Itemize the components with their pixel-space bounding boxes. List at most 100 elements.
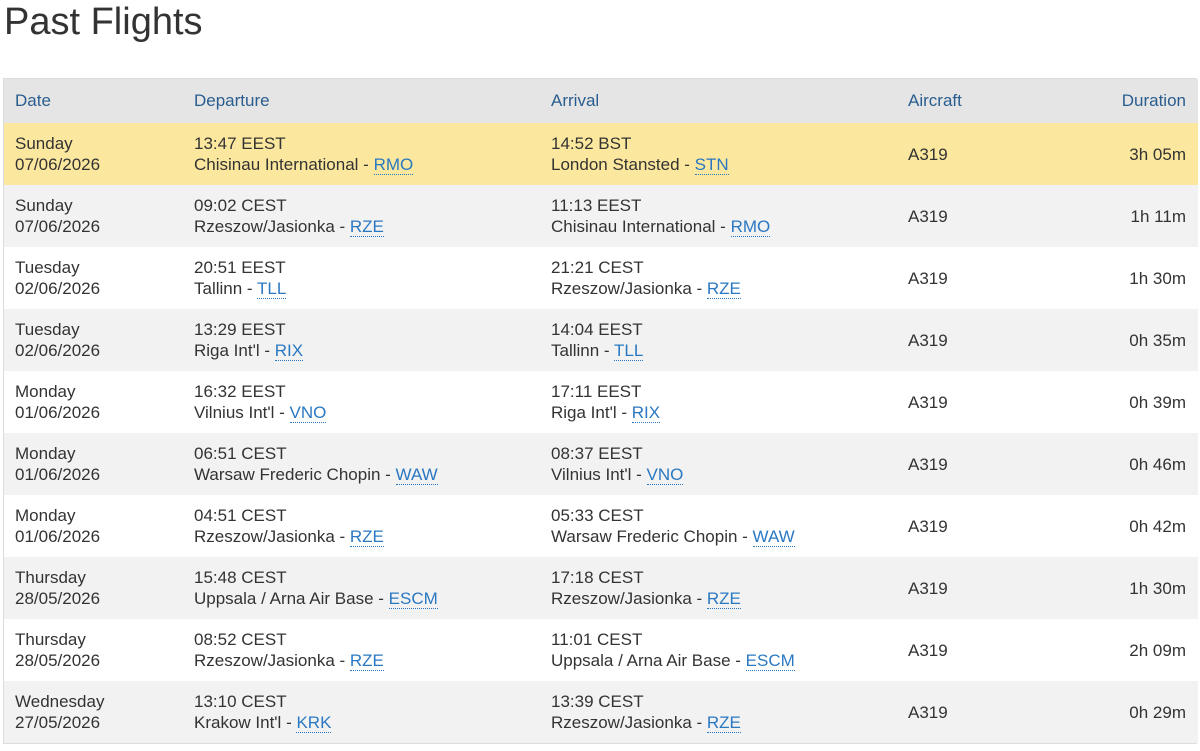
- arrival-airport-code-link[interactable]: WAW: [752, 527, 795, 547]
- arrival-cell: 17:11 EEST Riga Int'l - RIX: [540, 371, 897, 433]
- duration-cell: 2h 09m: [1129, 640, 1186, 660]
- separator: -: [334, 217, 350, 236]
- departure-airport-name: Warsaw Frederic Chopin: [194, 465, 381, 484]
- flight-date: 28/05/2026: [15, 651, 101, 670]
- table-row[interactable]: Sunday 07/06/2026 13:47 EEST Chisinau In…: [4, 123, 1198, 185]
- flight-date: 02/06/2026: [15, 279, 101, 298]
- arrival-airport-code-link[interactable]: TLL: [614, 341, 644, 361]
- departure-airport-name: Rzeszow/Jasionka: [194, 651, 335, 670]
- departure-airport-line: Vilnius Int'l - VNO: [194, 402, 540, 423]
- date-cell: Monday 01/06/2026: [4, 495, 183, 557]
- arrival-cell: 11:13 EEST Chisinau International - RMO: [540, 185, 897, 247]
- arrival-cell: 17:18 CEST Rzeszow/Jasionka - RZE: [540, 557, 897, 619]
- arrival-airport-code-link[interactable]: ESCM: [745, 651, 795, 671]
- arrival-airport-line: Uppsala / Arna Air Base - ESCM: [551, 650, 897, 671]
- arrival-cell: 08:37 EEST Vilnius Int'l - VNO: [540, 433, 897, 495]
- table-header-row: Date Departure Arrival Aircraft Duration: [4, 79, 1198, 123]
- arrival-time: 05:33 CEST: [551, 506, 644, 525]
- departure-airport-code-link[interactable]: KRK: [296, 713, 332, 733]
- departure-airport-code-link[interactable]: WAW: [395, 465, 438, 485]
- table-row[interactable]: Monday 01/06/2026 06:51 CEST Warsaw Fred…: [4, 433, 1198, 495]
- arrival-airport-code-link[interactable]: RZE: [706, 713, 741, 733]
- departure-time: 06:51 CEST: [194, 444, 287, 463]
- aircraft-cell: A319: [908, 640, 948, 660]
- departure-airport-line: Rzeszow/Jasionka - RZE: [194, 216, 540, 237]
- departure-airport-name: Rzeszow/Jasionka: [194, 527, 335, 546]
- arrival-airport-code-link[interactable]: RZE: [706, 589, 741, 609]
- arrival-airport-line: Rzeszow/Jasionka - RZE: [551, 712, 897, 733]
- date-cell: Monday 01/06/2026: [4, 371, 183, 433]
- departure-airport-code-link[interactable]: RZE: [349, 217, 384, 237]
- arrival-airport-line: Tallinn - TLL: [551, 340, 897, 361]
- arrival-airport-code-link[interactable]: RZE: [706, 279, 741, 299]
- day-of-week: Tuesday: [15, 258, 80, 277]
- aircraft-cell: A319: [908, 454, 948, 474]
- column-header-duration[interactable]: Duration: [1047, 79, 1198, 123]
- departure-cell: 13:47 EEST Chisinau International - RMO: [183, 123, 540, 185]
- arrival-airport-code-link[interactable]: RMO: [730, 217, 771, 237]
- arrival-airport-code-link[interactable]: VNO: [646, 465, 684, 485]
- duration-cell: 1h 30m: [1129, 268, 1186, 288]
- column-header-date[interactable]: Date: [4, 79, 183, 123]
- table-row[interactable]: Tuesday 02/06/2026 20:51 EEST Tallinn - …: [4, 247, 1198, 309]
- departure-airport-code-link[interactable]: RMO: [373, 155, 414, 175]
- separator: -: [259, 341, 275, 360]
- flight-date: 01/06/2026: [15, 465, 101, 484]
- past-flights-page: Past Flights Date Departure Arrival Airc…: [0, 0, 1200, 751]
- date-cell: Thursday 28/05/2026: [4, 619, 183, 681]
- arrival-time: 11:13 EEST: [551, 196, 642, 215]
- arrival-time: 17:11 EEST: [551, 382, 642, 401]
- aircraft-cell: A319: [908, 206, 948, 226]
- arrival-airport-name: Tallinn: [551, 341, 600, 360]
- table-row[interactable]: Sunday 07/06/2026 09:02 CEST Rzeszow/Jas…: [4, 185, 1198, 247]
- date-cell: Sunday 07/06/2026: [4, 123, 183, 185]
- table-row[interactable]: Thursday 28/05/2026 15:48 CEST Uppsala /…: [4, 557, 1198, 619]
- departure-airport-code-link[interactable]: ESCM: [388, 589, 438, 609]
- departure-airport-line: Rzeszow/Jasionka - RZE: [194, 526, 540, 547]
- departure-airport-code-link[interactable]: TLL: [257, 279, 287, 299]
- arrival-airport-line: Rzeszow/Jasionka - RZE: [551, 588, 897, 609]
- column-header-departure[interactable]: Departure: [183, 79, 540, 123]
- flight-date: 02/06/2026: [15, 341, 101, 360]
- aircraft-cell: A319: [908, 578, 948, 598]
- flight-date: 27/05/2026: [15, 713, 101, 732]
- table-row[interactable]: Monday 01/06/2026 04:51 CEST Rzeszow/Jas…: [4, 495, 1198, 557]
- separator: -: [242, 279, 258, 298]
- arrival-airport-code-link[interactable]: RIX: [631, 403, 661, 423]
- flight-date: 01/06/2026: [15, 527, 101, 546]
- table-row[interactable]: Thursday 28/05/2026 08:52 CEST Rzeszow/J…: [4, 619, 1198, 681]
- flight-date: 07/06/2026: [15, 155, 101, 174]
- separator: -: [380, 465, 396, 484]
- arrival-airport-name: Rzeszow/Jasionka: [551, 713, 692, 732]
- table-row[interactable]: Monday 01/06/2026 16:32 EEST Vilnius Int…: [4, 371, 1198, 433]
- departure-airport-code-link[interactable]: VNO: [289, 403, 327, 423]
- arrival-airport-name: London Stansted: [551, 155, 680, 174]
- column-header-arrival[interactable]: Arrival: [540, 79, 897, 123]
- duration-cell: 0h 46m: [1129, 454, 1186, 474]
- past-flights-table-container: Date Departure Arrival Aircraft Duration…: [3, 78, 1198, 744]
- arrival-time: 14:04 EEST: [551, 320, 643, 339]
- duration-cell: 0h 35m: [1129, 330, 1186, 350]
- arrival-cell: 14:52 BST London Stansted - STN: [540, 123, 897, 185]
- date-cell: Thursday 28/05/2026: [4, 557, 183, 619]
- table-row[interactable]: Tuesday 02/06/2026 13:29 EEST Riga Int'l…: [4, 309, 1198, 371]
- arrival-airport-code-link[interactable]: STN: [694, 155, 729, 175]
- column-header-aircraft[interactable]: Aircraft: [897, 79, 1047, 123]
- arrival-airport-line: London Stansted - STN: [551, 154, 897, 175]
- table-row[interactable]: Wednesday 27/05/2026 13:10 CEST Krakow I…: [4, 681, 1198, 743]
- arrival-airport-line: Vilnius Int'l - VNO: [551, 464, 897, 485]
- separator: -: [631, 465, 647, 484]
- departure-airport-code-link[interactable]: RIX: [274, 341, 304, 361]
- separator: -: [373, 589, 389, 608]
- date-cell: Tuesday 02/06/2026: [4, 247, 183, 309]
- departure-time: 13:10 CEST: [194, 692, 287, 711]
- departure-airport-code-link[interactable]: RZE: [349, 527, 384, 547]
- aircraft-cell: A319: [908, 392, 948, 412]
- departure-cell: 13:29 EEST Riga Int'l - RIX: [183, 309, 540, 371]
- table-header: Date Departure Arrival Aircraft Duration: [4, 79, 1198, 123]
- arrival-airport-name: Vilnius Int'l: [551, 465, 632, 484]
- departure-airport-code-link[interactable]: RZE: [349, 651, 384, 671]
- departure-airport-line: Tallinn - TLL: [194, 278, 540, 299]
- arrival-airport-name: Uppsala / Arna Air Base: [551, 651, 731, 670]
- arrival-cell: 05:33 CEST Warsaw Frederic Chopin - WAW: [540, 495, 897, 557]
